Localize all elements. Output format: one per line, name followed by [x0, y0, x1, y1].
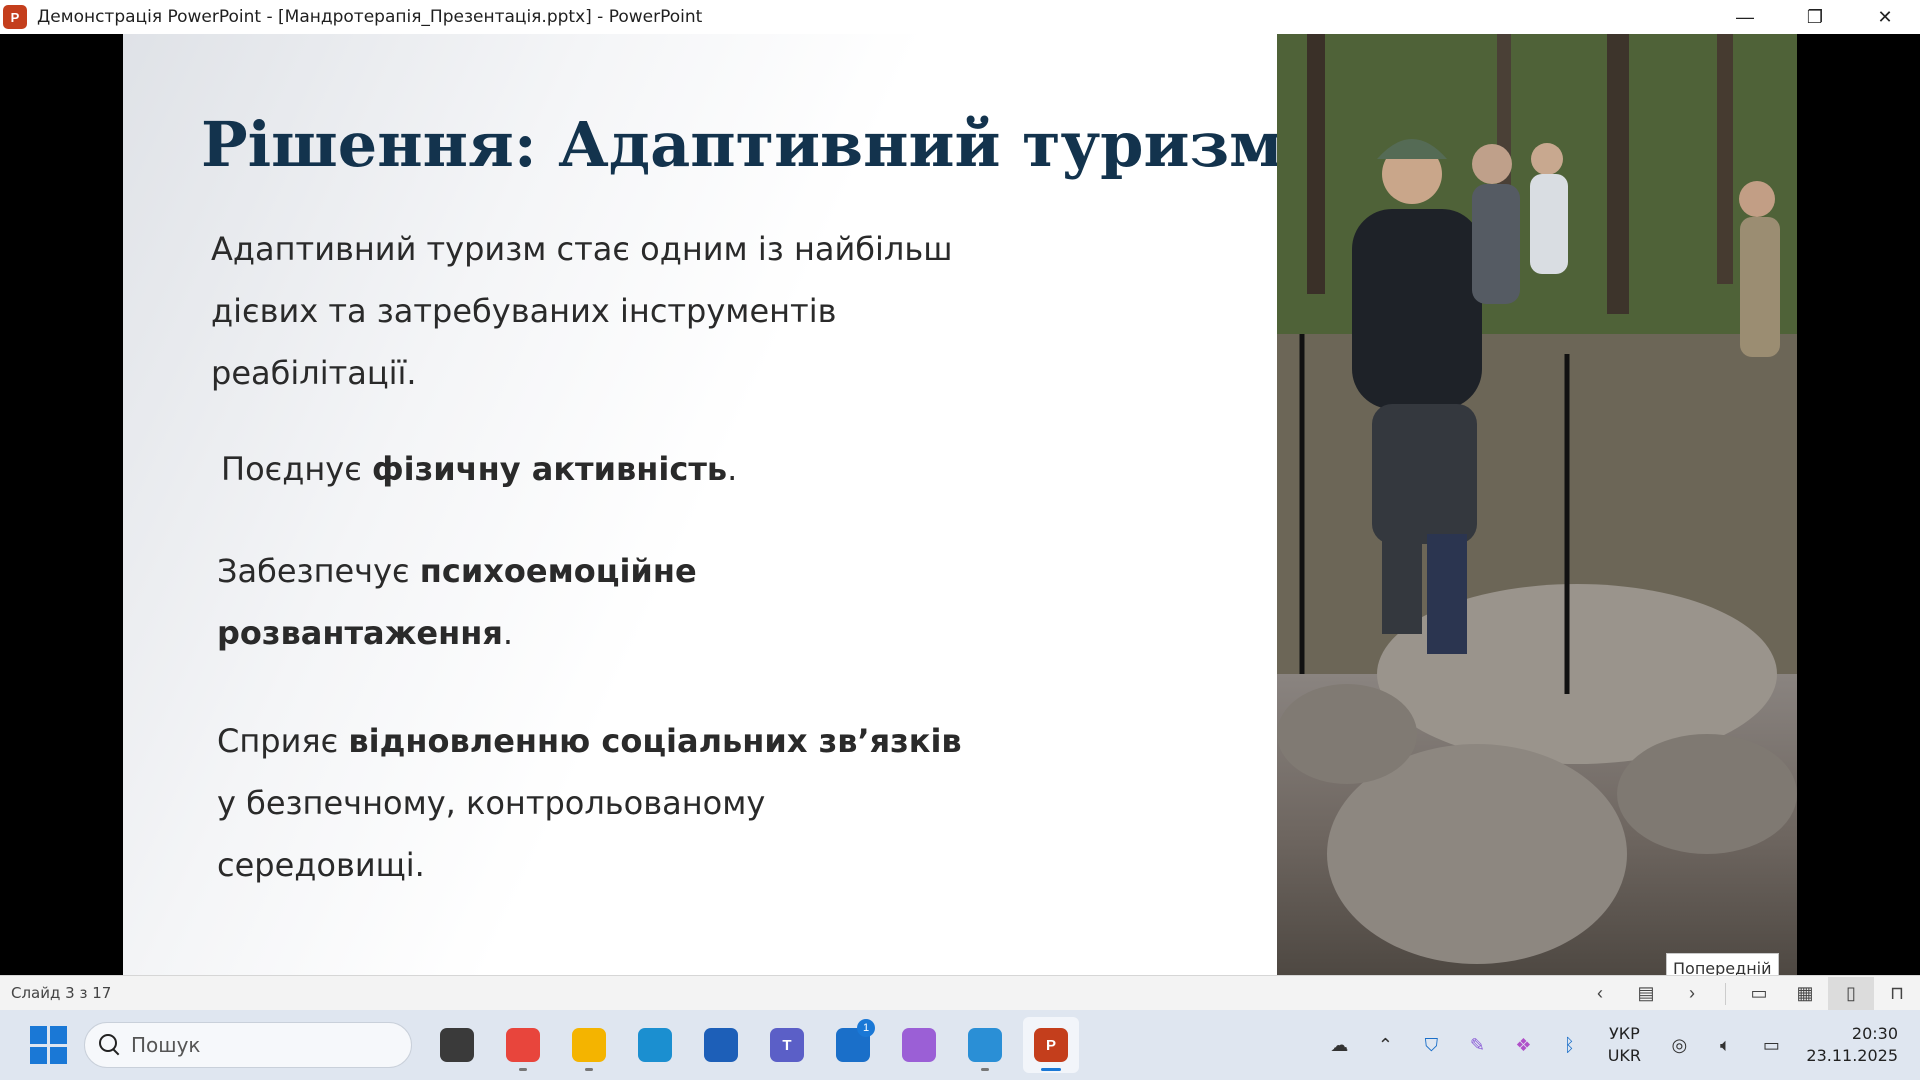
slideshow-icon[interactable]: ⊓ — [1874, 977, 1920, 1011]
slide-paragraph-emotional: Забезпечує психоемоційне розвантаження. — [217, 540, 737, 664]
slide-sorter-icon[interactable]: ▦ — [1782, 977, 1828, 1011]
minimize-button[interactable]: — — [1710, 0, 1780, 34]
slide-paragraph-physical: Поєднує фізичну активність. — [221, 438, 737, 500]
text-span: у безпечному, контрольованому середовищі… — [217, 784, 766, 884]
powerpoint-icon: P — [1034, 1028, 1068, 1062]
divider — [1725, 982, 1726, 1005]
photos-taskbar-icon[interactable] — [957, 1017, 1013, 1073]
chrome-taskbar-icon[interactable] — [495, 1017, 551, 1073]
restore-button[interactable]: ❐ — [1780, 0, 1850, 34]
edge-taskbar-icon[interactable] — [627, 1017, 683, 1073]
slide-counter: Слайд 3 з 17 — [11, 984, 112, 1002]
slide-paragraph-intro: Адаптивний туризм стає одним із найбільш… — [211, 230, 953, 392]
copilot-taskbar-icon[interactable] — [891, 1017, 947, 1073]
normal-view-icon[interactable]: ▭ — [1736, 977, 1782, 1011]
chevron-up-icon[interactable]: ⌃ — [1362, 1025, 1408, 1065]
bluetooth-icon[interactable]: ᛒ — [1546, 1025, 1592, 1065]
slide-title: Рішення: Адаптивний туризм — [201, 108, 1283, 181]
taskbar-apps: T 1 P — [424, 1017, 1084, 1073]
text-span: Забезпечує — [217, 552, 420, 590]
taskbar: T 1 P ☁ ⌃ ⛉ ✎ ❖ ᛒ УКР UKR ◎ 🔈︎ ▭ 20:30 23.… — [0, 1010, 1920, 1080]
next-slide-icon[interactable]: › — [1669, 977, 1715, 1011]
weather-icon[interactable]: ☁ — [1316, 1025, 1362, 1065]
status-bar-controls: ‹ ▤ › ▭ ▦ ▯ ⊓ — [1577, 976, 1920, 1011]
clock[interactable]: 20:30 23.11.2025 — [1806, 1023, 1898, 1067]
defender-icon[interactable]: ⛉ — [1408, 1025, 1454, 1065]
slide[interactable]: Рішення: Адаптивний туризм Адаптивний ту… — [123, 34, 1797, 975]
search-icon — [99, 1034, 121, 1056]
window-title: Демонстрація PowerPoint - [Мандротерапія… — [37, 7, 703, 27]
text-span: . — [727, 450, 738, 488]
previous-tooltip: Попередній — [1666, 953, 1779, 975]
running-indicator — [585, 1068, 593, 1071]
photo-illustration — [1277, 34, 1797, 964]
slide-paragraph-social: Сприяє відновленню соціальних зв’язків у… — [217, 710, 977, 896]
window-controls: — ❐ ✕ — [1710, 0, 1920, 34]
edge-icon — [638, 1028, 672, 1062]
slide-menu-icon[interactable]: ▤ — [1623, 977, 1669, 1011]
outlook-like-taskbar-icon[interactable]: 1 — [825, 1017, 881, 1073]
network-icon[interactable]: ◎ — [1656, 1025, 1702, 1065]
text-span: Поєднує — [221, 450, 372, 488]
teams-taskbar-icon[interactable]: T — [759, 1017, 815, 1073]
text-span: . — [502, 614, 514, 652]
powerpoint-icon: P — [3, 5, 27, 29]
volume-icon[interactable]: 🔈︎ — [1702, 1025, 1748, 1065]
date: 23.11.2025 — [1806, 1046, 1898, 1065]
reading-view-icon[interactable]: ▯ — [1828, 976, 1874, 1011]
previous-slide-icon[interactable]: ‹ — [1577, 977, 1623, 1011]
bold-text: фізичну активність — [371, 450, 728, 488]
task-view-taskbar-icon[interactable] — [429, 1017, 485, 1073]
running-indicator — [981, 1068, 989, 1071]
close-button[interactable]: ✕ — [1850, 0, 1920, 34]
system-tray: ☁ ⌃ ⛉ ✎ ❖ ᛒ УКР UKR ◎ 🔈︎ ▭ 20:30 23.11.2… — [1316, 1010, 1920, 1080]
slideshow-area[interactable]: Рішення: Адаптивний туризм Адаптивний ту… — [0, 34, 1920, 975]
start-tile — [30, 1046, 47, 1064]
language-top: УКР — [1609, 1024, 1640, 1043]
store-taskbar-icon[interactable] — [693, 1017, 749, 1073]
bold-text: відновленню соціальних зв’язків — [348, 722, 962, 760]
chrome-icon — [506, 1028, 540, 1062]
start-tile — [50, 1046, 67, 1064]
language-indicator[interactable]: УКР UKR — [1592, 1023, 1656, 1067]
title-bar: P Демонстрація PowerPoint - [Мандротерап… — [0, 0, 1920, 34]
file-explorer-taskbar-icon[interactable] — [561, 1017, 617, 1073]
start-tile — [50, 1026, 67, 1044]
active-indicator — [1041, 1068, 1061, 1071]
color-app-icon[interactable]: ❖ — [1500, 1025, 1546, 1065]
start-tile — [30, 1026, 47, 1044]
time: 20:30 — [1851, 1024, 1898, 1043]
file-explorer-icon — [572, 1028, 606, 1062]
teams-icon: T — [770, 1028, 804, 1062]
store-icon — [704, 1028, 738, 1062]
status-bar: Слайд 3 з 17 ‹ ▤ › ▭ ▦ ▯ ⊓ — [0, 975, 1920, 1011]
language-bottom: UKR — [1607, 1046, 1642, 1065]
search-input[interactable] — [131, 1033, 391, 1057]
taskbar-search[interactable] — [84, 1022, 412, 1068]
copilot-icon — [902, 1028, 936, 1062]
windows-start-icon[interactable] — [30, 1026, 68, 1064]
task-view-icon — [440, 1028, 474, 1062]
notification-badge: 1 — [857, 1019, 875, 1037]
photos-icon — [968, 1028, 1002, 1062]
pen-icon[interactable]: ✎ — [1454, 1025, 1500, 1065]
hiking-photo — [1277, 34, 1797, 975]
battery-icon[interactable]: ▭ — [1748, 1025, 1794, 1065]
running-indicator — [519, 1068, 527, 1071]
text-span: Сприяє — [217, 722, 349, 760]
powerpoint-taskbar-icon[interactable]: P — [1023, 1017, 1079, 1073]
